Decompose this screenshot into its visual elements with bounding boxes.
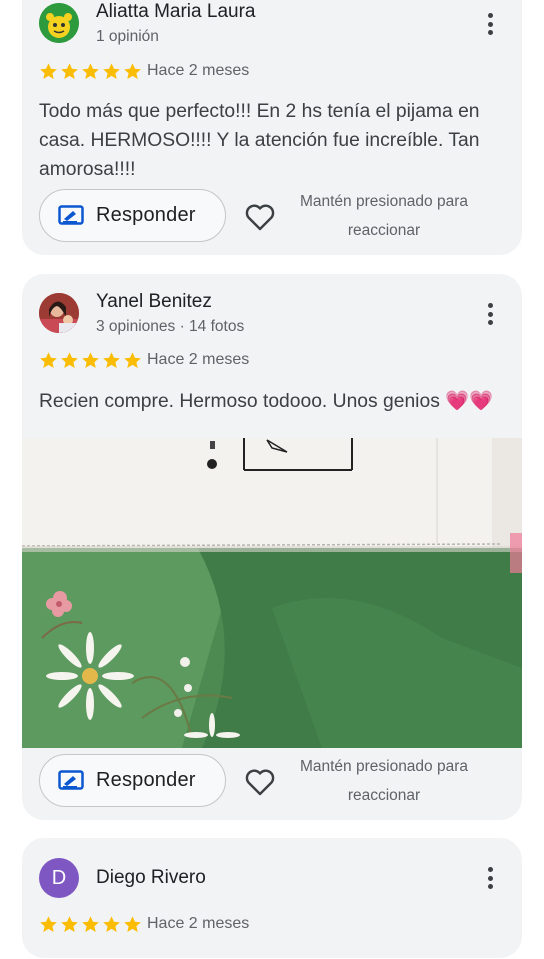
star-icon <box>82 352 99 369</box>
review-date: Hace 2 meses <box>147 915 250 932</box>
reviewer-name[interactable]: Aliatta Maria Laura <box>96 1 255 23</box>
reviewer-name[interactable]: Diego Rivero <box>96 867 206 889</box>
reviewer-meta: 1 opinión <box>96 28 159 45</box>
star-icon <box>61 916 78 933</box>
avatar[interactable] <box>39 3 79 43</box>
heart-icon[interactable] <box>244 767 276 797</box>
heart-icon[interactable] <box>244 202 276 232</box>
star-icon <box>124 63 141 80</box>
more-options-icon[interactable] <box>480 9 500 39</box>
review-text: Todo más que perfecto!!! En 2 hs tenía e… <box>39 101 480 180</box>
review-photo-image <box>22 438 522 748</box>
star-icon <box>40 63 57 80</box>
review-text: Recien compre. Hermoso todooo. Unos geni… <box>39 391 494 412</box>
more-options-icon[interactable] <box>480 863 500 893</box>
reply-button[interactable]: Responder <box>39 189 226 242</box>
avatar[interactable]: D <box>39 858 79 898</box>
avatar[interactable] <box>39 293 79 333</box>
star-rating <box>39 62 142 81</box>
reply-icon <box>58 769 84 790</box>
star-icon <box>103 916 120 933</box>
review-card: Aliatta Maria Laura 1 opinión Hace 2 mes… <box>22 0 522 255</box>
review-date: Hace 2 meses <box>147 351 250 368</box>
reply-button[interactable]: Responder <box>39 754 226 807</box>
reaction-hint: Mantén presionado para reaccionar <box>299 193 469 239</box>
reply-button-label: Responder <box>96 204 196 226</box>
reply-icon <box>58 204 84 225</box>
reviewer-name[interactable]: Yanel Benitez <box>96 291 212 313</box>
avatar-letter: D <box>51 866 67 889</box>
review-photo[interactable] <box>22 438 522 748</box>
reaction-hint: Mantén presionado para reaccionar <box>299 758 469 804</box>
avatar-image <box>39 293 79 333</box>
star-rating <box>39 351 142 370</box>
star-icon <box>103 352 120 369</box>
star-icon <box>103 63 120 80</box>
star-icon <box>124 916 141 933</box>
review-card: Yanel Benitez 3 opiniones · 14 fotos Hac… <box>22 274 522 820</box>
review-date: Hace 2 meses <box>147 62 250 79</box>
more-options-icon[interactable] <box>480 299 500 329</box>
star-icon <box>61 63 78 80</box>
star-icon <box>82 916 99 933</box>
review-card: D Diego Rivero Hace 2 meses <box>22 838 522 958</box>
avatar-image <box>39 3 79 43</box>
reviewer-meta: 3 opiniones · 14 fotos <box>96 318 245 335</box>
star-icon <box>61 352 78 369</box>
star-icon <box>40 916 57 933</box>
star-icon <box>124 352 141 369</box>
reply-button-label: Responder <box>96 769 196 791</box>
star-icon <box>40 352 57 369</box>
star-rating <box>39 915 142 934</box>
star-icon <box>82 63 99 80</box>
